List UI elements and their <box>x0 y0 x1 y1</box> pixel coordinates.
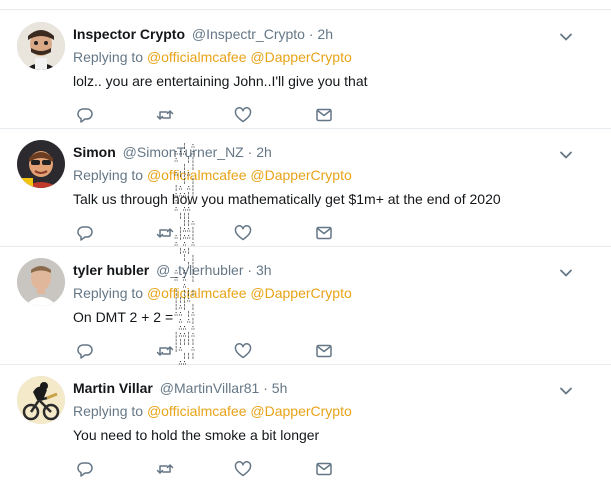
reply-icon[interactable] <box>76 342 94 360</box>
tweet-header: Simon @SimonTurner_NZ · 2h <box>73 143 272 161</box>
user-handle[interactable]: @_tylerhubler <box>156 262 243 278</box>
reply-icon[interactable] <box>76 106 94 124</box>
mention-link[interactable]: @DapperCrypto <box>250 403 351 419</box>
chevron-down-icon[interactable] <box>559 148 573 162</box>
replying-label: Replying to <box>73 403 147 419</box>
like-icon[interactable] <box>234 106 252 124</box>
tweet-text: On DMT 2 + 2 = <box>73 309 174 325</box>
display-name[interactable]: Simon <box>73 144 116 160</box>
mention-link[interactable]: @officialmcafee <box>147 285 247 301</box>
retweet-icon[interactable] <box>156 224 174 242</box>
replying-to: Replying to @officialmcafee @DapperCrypt… <box>73 284 352 302</box>
user-handle[interactable]: @Inspectr_Crypto <box>192 26 305 42</box>
tweet[interactable]: Martin Villar @MartinVillar81 · 5h Reply… <box>0 376 611 477</box>
replying-label: Replying to <box>73 285 147 301</box>
feed-top-divider <box>0 9 611 10</box>
replying-to: Replying to @officialmcafee @DapperCrypt… <box>73 402 352 420</box>
chevron-down-icon[interactable] <box>559 30 573 44</box>
tweet-text: You need to hold the smoke a bit longer <box>73 427 320 443</box>
reply-icon[interactable] <box>76 460 94 478</box>
retweet-icon[interactable] <box>156 460 174 478</box>
mention-link[interactable]: @officialmcafee <box>147 167 247 183</box>
separator-dot: · <box>247 262 253 278</box>
timestamp[interactable]: 2h <box>317 26 333 42</box>
separator-dot: · <box>308 26 314 42</box>
user-handle[interactable]: @MartinVillar81 <box>160 380 260 396</box>
mention-link[interactable]: @officialmcafee <box>147 403 247 419</box>
tweet-header: Inspector Crypto @Inspectr_Crypto · 2h <box>73 25 333 43</box>
mention-link[interactable]: @DapperCrypto <box>250 49 351 65</box>
tweet[interactable]: tyler hubler @_tylerhubler · 3h Replying… <box>0 258 611 365</box>
like-icon[interactable] <box>234 224 252 242</box>
mention-link[interactable]: @officialmcafee <box>147 49 247 65</box>
timestamp[interactable]: 3h <box>256 262 272 278</box>
avatar[interactable] <box>17 258 65 306</box>
tweet-header: tyler hubler @_tylerhubler · 3h <box>73 261 272 279</box>
chevron-down-icon[interactable] <box>559 384 573 398</box>
direct-message-icon[interactable] <box>315 224 333 242</box>
mention-link[interactable]: @DapperCrypto <box>250 285 351 301</box>
reply-feed: Inspector Crypto @Inspectr_Crypto · 2h R… <box>0 0 611 477</box>
separator-dot: · <box>263 380 268 396</box>
tweet-divider <box>0 128 611 129</box>
like-icon[interactable] <box>234 460 252 478</box>
tweet-divider <box>0 246 611 247</box>
direct-message-icon[interactable] <box>315 342 333 360</box>
separator-dot: · <box>247 144 253 160</box>
display-name[interactable]: Martin Villar <box>73 380 153 396</box>
avatar[interactable] <box>17 22 65 70</box>
replying-label: Replying to <box>73 49 147 65</box>
display-name[interactable]: Inspector Crypto <box>73 26 185 42</box>
timestamp[interactable]: 5h <box>272 380 288 396</box>
display-name[interactable]: tyler hubler <box>73 262 149 278</box>
direct-message-icon[interactable] <box>315 460 333 478</box>
reply-icon[interactable] <box>76 224 94 242</box>
replying-to: Replying to @officialmcafee @DapperCrypt… <box>73 166 352 184</box>
replying-to: Replying to @officialmcafee @DapperCrypt… <box>73 48 352 66</box>
tweet[interactable]: Inspector Crypto @Inspectr_Crypto · 2h R… <box>0 22 611 129</box>
avatar[interactable] <box>17 376 65 424</box>
user-handle[interactable]: @SimonTurner_NZ <box>123 144 244 160</box>
tweet[interactable]: Simon @SimonTurner_NZ · 2h Replying to @… <box>0 140 611 247</box>
tweet-text: lolz.. you are entertaining John..I'll g… <box>73 73 368 89</box>
retweet-icon[interactable] <box>156 342 174 360</box>
direct-message-icon[interactable] <box>315 106 333 124</box>
mention-link[interactable]: @DapperCrypto <box>250 167 351 183</box>
like-icon[interactable] <box>234 342 252 360</box>
tweet-header: Martin Villar @MartinVillar81 · 5h <box>73 379 287 397</box>
replying-label: Replying to <box>73 167 147 183</box>
chevron-down-icon[interactable] <box>559 266 573 280</box>
avatar[interactable] <box>17 140 65 188</box>
tweet-text: Talk us through how you mathematically g… <box>73 191 501 207</box>
timestamp[interactable]: 2h <box>256 144 272 160</box>
tweet-divider <box>0 364 611 365</box>
retweet-icon[interactable] <box>156 106 174 124</box>
